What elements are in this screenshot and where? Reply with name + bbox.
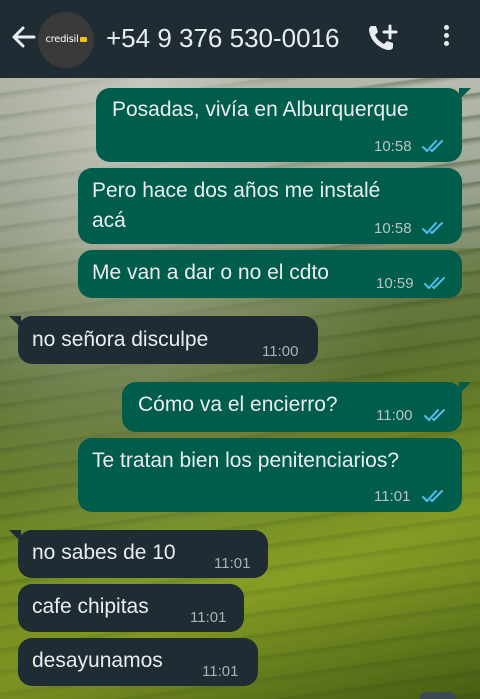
read-receipt-icon [424,277,445,289]
message-text: desayunamos [32,649,163,672]
scroll-to-bottom-button[interactable] [420,692,456,699]
more-options-icon[interactable] [436,22,456,54]
message-bubble-outgoing[interactable]: Pero hace dos años me instalé acá 10:58 [78,168,462,244]
message-text: Me van a dar o no el cdto [92,261,329,284]
avatar-logo: credisil [42,31,90,49]
message-bubble-outgoing[interactable]: Te tratan bien los penitenciarios? 11:01 [78,438,462,512]
add-call-icon[interactable] [366,22,402,54]
read-receipt-icon [422,222,443,234]
chat-header: credisil +54 9 376 530-0016 [0,0,480,78]
read-receipt-icon [422,140,443,152]
avatar[interactable]: credisil [38,12,94,68]
read-receipt-icon [424,409,445,421]
message-time: 11:01 [374,488,411,505]
message-time: 10:58 [374,138,412,155]
message-text: Cómo va el encierro? [138,393,338,416]
message-text: Te tratan bien los penitenciarios? [92,449,400,472]
back-arrow-icon[interactable] [10,22,38,52]
message-text: Pero hace dos años me instalé acá [92,176,380,236]
message-bubble-incoming[interactable]: no señora disculpe 11:00 [9,316,318,364]
message-text: Posadas, vivía en Alburquerque [112,98,409,121]
message-time: 11:01 [190,609,227,626]
contact-name[interactable]: +54 9 376 530-0016 [106,20,340,56]
message-line: acá [92,209,126,232]
message-time: 10:58 [374,220,412,237]
message-text: cafe chipitas [32,595,149,618]
message-time: 11:00 [376,407,413,424]
message-time: 10:59 [376,275,414,292]
message-text: no sabes de 10 [32,541,176,564]
read-receipt-icon [422,490,443,502]
message-bubble-outgoing[interactable]: Me van a dar o no el cdto 10:59 [78,250,462,298]
message-bubble-outgoing[interactable]: Cómo va el encierro? 11:00 [122,382,471,432]
message-bubble-incoming[interactable]: cafe chipitas 11:01 [18,584,244,632]
message-bubble-outgoing[interactable]: Posadas, vivía en Alburquerque 10:58 [96,88,471,162]
message-bubble-incoming[interactable]: desayunamos 11:01 [18,638,258,686]
message-text: no señora disculpe [32,328,209,351]
message-time: 11:01 [214,555,251,572]
message-bubble-incoming[interactable]: no sabes de 10 11:01 [9,530,268,578]
message-line: Pero hace dos años me instalé [92,179,381,202]
message-time: 11:00 [262,343,299,360]
message-time: 11:01 [202,663,239,680]
